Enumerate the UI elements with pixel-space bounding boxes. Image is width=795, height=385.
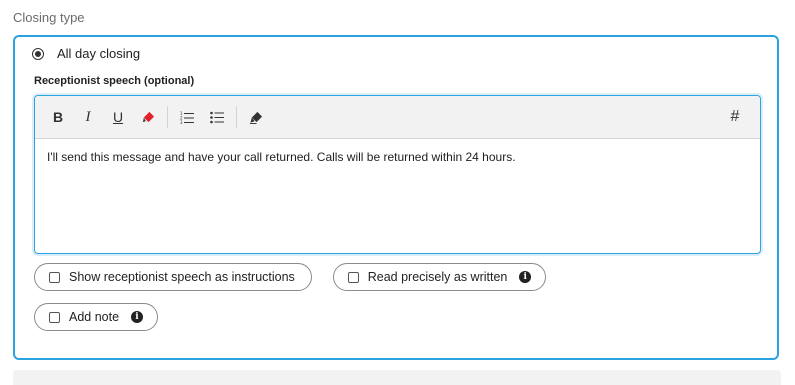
next-section-bar xyxy=(13,370,781,385)
show-instructions-option[interactable]: Show receptionist speech as instructions xyxy=(34,263,312,291)
closing-type-label: Closing type xyxy=(13,10,85,25)
add-note-label: Add note xyxy=(68,310,120,324)
underline-button[interactable]: U xyxy=(103,104,133,130)
eraser-icon xyxy=(249,111,262,124)
italic-button[interactable]: I xyxy=(73,104,103,130)
add-note-checkbox[interactable] xyxy=(49,311,60,323)
all-day-closing-label: All day closing xyxy=(57,46,141,61)
bullet-list-icon xyxy=(210,111,224,123)
radio-selected-dot xyxy=(35,50,41,57)
highlight-button[interactable] xyxy=(133,104,163,130)
insert-variable-button[interactable]: # xyxy=(722,104,748,130)
receptionist-speech-editor[interactable]: B I U 1 2 3 # I'll send this message and… xyxy=(34,95,761,254)
info-icon[interactable]: i xyxy=(131,311,143,323)
underline-icon: U xyxy=(112,109,124,125)
svg-text:3: 3 xyxy=(180,120,183,124)
read-precisely-label: Read precisely as written xyxy=(367,270,508,284)
clear-format-button[interactable] xyxy=(241,104,271,130)
bold-icon: B xyxy=(52,109,64,125)
read-precisely-option[interactable]: Read precisely as written i xyxy=(333,263,546,291)
all-day-closing-radio-row[interactable]: All day closing xyxy=(32,46,140,61)
toolbar-separator xyxy=(236,106,237,128)
toolbar-separator xyxy=(167,106,168,128)
closing-type-card: All day closing Receptionist speech (opt… xyxy=(13,35,779,360)
editor-toolbar: B I U 1 2 3 # xyxy=(35,96,760,139)
info-icon[interactable]: i xyxy=(519,271,531,283)
highlight-marker-icon xyxy=(142,111,154,122)
add-note-option[interactable]: Add note i xyxy=(34,303,158,331)
bold-button[interactable]: B xyxy=(43,104,73,130)
ordered-list-icon: 1 2 3 xyxy=(180,111,194,124)
hash-icon: # xyxy=(730,108,740,125)
speech-text[interactable]: I'll send this message and have your cal… xyxy=(35,139,760,175)
italic-icon: I xyxy=(85,108,91,125)
ordered-list-button[interactable]: 1 2 3 xyxy=(172,104,202,130)
receptionist-speech-label: Receptionist speech (optional) xyxy=(34,75,195,87)
show-instructions-checkbox[interactable] xyxy=(49,271,60,283)
bullet-list-button[interactable] xyxy=(202,104,232,130)
show-instructions-label: Show receptionist speech as instructions xyxy=(69,270,295,284)
all-day-closing-radio[interactable] xyxy=(32,47,44,60)
read-precisely-checkbox[interactable] xyxy=(348,271,359,283)
